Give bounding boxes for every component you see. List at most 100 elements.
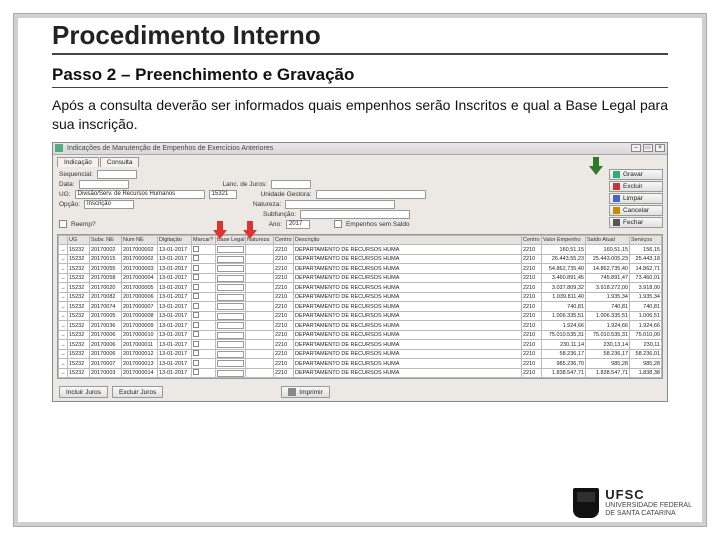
table-row[interactable]: →1523220170005201700000813-01-20172210DE… (59, 311, 662, 321)
marcar-checkbox[interactable] (193, 331, 199, 337)
marcar-checkbox[interactable] (193, 246, 199, 252)
table-row[interactable]: →1523220170006201700001113-01-20172210DE… (59, 340, 662, 350)
col-header: Saldo Atual (586, 235, 630, 245)
table-row[interactable]: →1523220170002201700000213-01-20172210DE… (59, 245, 662, 255)
page-subtitle: Passo 2 – Preenchimento e Gravação (52, 65, 668, 88)
cancelar-button[interactable]: Cancelar (609, 205, 663, 216)
unidade-input[interactable] (316, 190, 426, 199)
empenhos-table: UGSubv. NENum NEDigitaçãoMarcar?Base Leg… (58, 235, 662, 379)
col-header: Centro (522, 235, 542, 245)
base-legal-select[interactable] (217, 246, 244, 253)
delete-icon (613, 183, 620, 190)
table-row[interactable]: →1523220170055201700000313-01-20172210DE… (59, 264, 662, 274)
base-legal-select[interactable] (217, 360, 244, 367)
ufsc-text: UFSC UNIVERSIDADE FEDERAL DE SANTA CATAR… (605, 488, 692, 518)
base-legal-select[interactable] (217, 332, 244, 339)
label-lanc-juros: Lanc. de Juros: (223, 181, 267, 188)
col-header: Descrição (294, 235, 522, 245)
app-window: Indicações de Manutenção de Empenhos de … (52, 142, 668, 403)
natureza-input[interactable] (285, 200, 395, 209)
gravar-button[interactable]: Gravar (609, 169, 663, 180)
page-title: Procedimento Interno (52, 20, 668, 55)
close-window-button[interactable]: × (655, 144, 665, 152)
table-row[interactable]: →1523220170006201700001213-01-20172210DE… (59, 349, 662, 359)
table-row[interactable]: →1523220170036201700000913-01-20172210DE… (59, 321, 662, 331)
footer-logo: UFSC UNIVERSIDADE FEDERAL DE SANTA CATAR… (573, 488, 692, 518)
marcar-checkbox[interactable] (193, 265, 199, 271)
label-subfuncao: Subfunção: (263, 211, 296, 218)
table-row[interactable]: →1523220170074201700000713-01-20172210DE… (59, 302, 662, 312)
fechar-button[interactable]: Fechar (609, 217, 663, 228)
base-legal-select[interactable] (217, 351, 244, 358)
tab-strip: Indicação Consulta (53, 155, 667, 167)
base-legal-select[interactable] (217, 341, 244, 348)
marcar-checkbox[interactable] (193, 284, 199, 290)
col-header: Num NE (122, 235, 158, 245)
highlight-arrow-baselegal (243, 221, 257, 241)
marcar-checkbox[interactable] (193, 322, 199, 328)
marcar-checkbox[interactable] (193, 360, 199, 366)
marcar-checkbox[interactable] (193, 255, 199, 261)
marcar-checkbox[interactable] (193, 341, 199, 347)
table-row[interactable]: →1523220170058201700000413-01-20172210DE… (59, 273, 662, 283)
marcar-checkbox[interactable] (193, 312, 199, 318)
table-row[interactable]: →1523220170082201700000613-01-20172210DE… (59, 292, 662, 302)
ug-input[interactable]: Divisão/Serv. de Recursos Humanos (75, 190, 205, 199)
empenhos-sem-saldo-checkbox[interactable] (334, 220, 342, 228)
highlight-arrow-gravar (589, 157, 603, 177)
col-header: Centro (274, 235, 294, 245)
ug-code-input[interactable]: 15321 (209, 190, 237, 199)
marcar-checkbox[interactable] (193, 303, 199, 309)
tab-indicacao[interactable]: Indicação (57, 157, 99, 167)
marcar-checkbox[interactable] (193, 369, 199, 375)
label-reemp: Reemp? (71, 221, 96, 228)
tab-consulta[interactable]: Consulta (100, 157, 140, 167)
sequencial-input[interactable] (97, 170, 137, 179)
excluir-juros-button[interactable]: Excluir Juros (112, 386, 163, 398)
base-legal-select[interactable] (217, 275, 244, 282)
col-header: Valor Empenho (542, 235, 586, 245)
minimize-button[interactable]: – (631, 144, 641, 152)
ano-input[interactable]: 2017 (286, 220, 310, 229)
data-input[interactable] (79, 180, 129, 189)
base-legal-select[interactable] (217, 370, 244, 377)
limpar-button[interactable]: Limpar (609, 193, 663, 204)
clear-icon (613, 195, 620, 202)
base-legal-select[interactable] (217, 284, 244, 291)
highlight-arrow-marcar (213, 221, 227, 241)
base-legal-select[interactable] (217, 322, 244, 329)
window-title: Indicações de Manutenção de Empenhos de … (67, 145, 631, 152)
base-legal-select[interactable] (217, 265, 244, 272)
base-legal-select[interactable] (217, 294, 244, 301)
table-row[interactable]: →1523220170020201700000513-01-20172210DE… (59, 283, 662, 293)
label-empenhos-sem: Empenhos sem Saldo (346, 221, 410, 228)
marcar-checkbox[interactable] (193, 350, 199, 356)
table-row[interactable]: →1523220170006201700001013-01-20172210DE… (59, 330, 662, 340)
marcar-checkbox[interactable] (193, 274, 199, 280)
opcao-select[interactable]: Inscrição (84, 200, 134, 209)
imprimir-button[interactable]: Imprimir (281, 386, 329, 398)
table-row[interactable]: →1523220170007201700001313-01-20172210DE… (59, 359, 662, 369)
page-description: Após a consulta deverão ser informados q… (52, 96, 668, 134)
marcar-checkbox[interactable] (193, 293, 199, 299)
incluir-juros-button[interactable]: Incluir Juros (59, 386, 108, 398)
subfuncao-input[interactable] (300, 210, 410, 219)
base-legal-select[interactable] (217, 313, 244, 320)
save-icon (613, 171, 620, 178)
label-unidade: Unidade Gestora: (261, 191, 312, 198)
close-icon (613, 219, 620, 226)
label-opcao: Opção: (59, 201, 80, 208)
maximize-button[interactable]: ▭ (643, 144, 653, 152)
form-area: Gravar Excluir Limpar Cancelar Fechar Se… (53, 167, 667, 232)
table-row[interactable]: →1523220170003201700001413-01-20172210DE… (59, 368, 662, 378)
cancel-icon (613, 207, 620, 214)
lanc-juros-input[interactable] (271, 180, 311, 189)
app-icon (55, 144, 63, 152)
action-sidebar: Gravar Excluir Limpar Cancelar Fechar (609, 169, 663, 228)
col-header: Marcar? (192, 235, 216, 245)
base-legal-select[interactable] (217, 256, 244, 263)
excluir-button[interactable]: Excluir (609, 181, 663, 192)
table-row[interactable]: →1523220170015201700000213-01-20172210DE… (59, 254, 662, 264)
base-legal-select[interactable] (217, 303, 244, 310)
reemp-checkbox[interactable] (59, 220, 67, 228)
